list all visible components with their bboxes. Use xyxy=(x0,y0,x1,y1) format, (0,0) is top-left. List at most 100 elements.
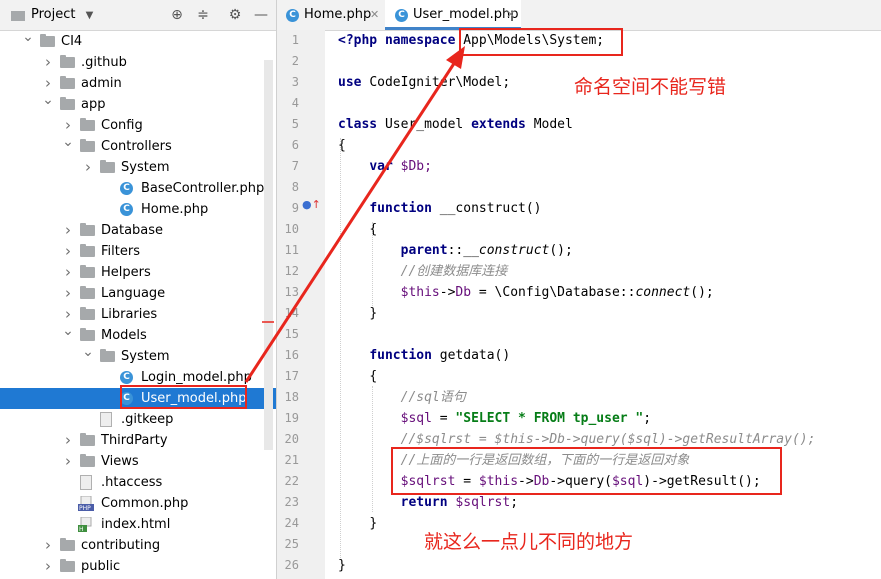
line-number: 1 xyxy=(291,33,299,47)
line-number: 9 xyxy=(291,201,299,215)
line-number: 24 xyxy=(284,516,299,530)
line-number: 7 xyxy=(291,159,299,173)
chevron-right-icon[interactable]: › xyxy=(62,262,74,283)
folder-icon xyxy=(80,328,95,341)
tree-item-ci4[interactable]: ⌄ CI4 xyxy=(0,29,276,52)
folder-icon xyxy=(100,160,115,173)
folder-icon xyxy=(80,286,95,299)
project-view-selector[interactable]: Project ▼ xyxy=(31,6,93,24)
tree-item-system[interactable]: › System xyxy=(0,157,276,178)
code-line-16: function getdata() xyxy=(369,348,511,363)
chevron-down-icon[interactable]: ⌄ xyxy=(42,90,54,111)
code-line-5: class User_model extends Model xyxy=(338,117,573,132)
override-marker-icon[interactable]: ●↑ xyxy=(302,198,321,211)
tree-item-contributing[interactable]: › contributing xyxy=(0,535,276,556)
line-number: 11 xyxy=(284,243,299,257)
tree-item-language[interactable]: › Language xyxy=(0,283,276,304)
chevron-right-icon[interactable]: › xyxy=(62,283,74,304)
code-line-9: function __construct() xyxy=(369,201,542,216)
tree-item-system[interactable]: ⌄ System xyxy=(0,344,276,367)
code-line-10: { xyxy=(369,222,378,237)
line-number: 15 xyxy=(284,327,299,341)
tree-item-label: Libraries xyxy=(101,307,158,322)
line-number: 2 xyxy=(291,54,299,68)
class-file-icon: C xyxy=(286,9,299,22)
tree-item-thirdparty[interactable]: › ThirdParty xyxy=(0,430,276,451)
file-icon xyxy=(100,412,112,427)
tree-item-models[interactable]: ⌄ Models xyxy=(0,323,276,346)
tree-item-label: .htaccess xyxy=(101,475,163,490)
line-number: 4 xyxy=(291,96,299,110)
tree-item-label: BaseController.php xyxy=(141,181,265,196)
chevron-down-icon[interactable]: ⌄ xyxy=(62,321,74,342)
tree-item-filters[interactable]: › Filters xyxy=(0,241,276,262)
code-line-26: } xyxy=(338,558,346,573)
tree-item-app[interactable]: ⌄ app xyxy=(0,92,276,115)
class-file-icon: C xyxy=(120,203,133,216)
folder-icon xyxy=(80,433,95,446)
tree-item-label: Controllers xyxy=(101,139,172,154)
tree-item-label: Config xyxy=(101,118,143,133)
close-tab-icon[interactable]: ✕ xyxy=(506,0,515,30)
tree-item-gitkeep[interactable]: .gitkeep xyxy=(0,409,276,430)
php-file-icon: PHP xyxy=(78,495,94,512)
svg-text:H: H xyxy=(79,526,84,532)
tree-item-label: index.html xyxy=(101,517,171,532)
tree-item-basecontroller-php[interactable]: C BaseController.php xyxy=(0,178,276,199)
tree-scrollbar[interactable] xyxy=(264,60,273,450)
tree-item-index-html[interactable]: Hindex.html xyxy=(0,514,276,535)
tree-item-common-php[interactable]: PHP Common.php xyxy=(0,493,276,514)
chevron-right-icon[interactable]: › xyxy=(42,556,54,577)
chevron-right-icon[interactable]: › xyxy=(62,451,74,472)
tab-user-model-php[interactable]: C User_model.php ✕ xyxy=(385,0,521,30)
chevron-right-icon[interactable]: › xyxy=(62,241,74,262)
tree-item-public[interactable]: › public xyxy=(0,556,276,577)
project-title: Project xyxy=(31,7,76,22)
close-tab-icon[interactable]: ✕ xyxy=(370,0,379,30)
folder-icon xyxy=(80,244,95,257)
tree-item-label: System xyxy=(121,160,170,175)
chevron-down-icon[interactable]: ⌄ xyxy=(82,342,94,363)
tree-item-htaccess[interactable]: .htaccess xyxy=(0,472,276,493)
tree-item-label: Common.php xyxy=(101,496,189,511)
code-line-3: use CodeIgniter\Model; xyxy=(338,75,511,90)
chevron-right-icon[interactable]: › xyxy=(42,535,54,556)
tree-item-label: Views xyxy=(101,454,139,469)
folder-icon xyxy=(80,118,95,131)
locate-icon[interactable]: ⊕ xyxy=(168,6,186,24)
tree-item-label: .gitkeep xyxy=(121,412,174,427)
tree-item-helpers[interactable]: › Helpers xyxy=(0,262,276,283)
tree-item-label: Models xyxy=(101,328,147,343)
chevron-down-icon[interactable]: ⌄ xyxy=(22,27,34,48)
tree-item-libraries[interactable]: › Libraries xyxy=(0,304,276,325)
tree-item-home-php[interactable]: C Home.php xyxy=(0,199,276,220)
chevron-right-icon[interactable]: › xyxy=(82,157,94,178)
gear-icon[interactable]: ⚙ xyxy=(226,6,244,24)
hide-icon[interactable]: — xyxy=(252,6,270,24)
chevron-down-icon[interactable]: ⌄ xyxy=(62,132,74,153)
folder-icon xyxy=(60,538,75,551)
code-line-24: } xyxy=(369,516,378,531)
tab-home-php[interactable]: C Home.php ✕ xyxy=(277,0,384,30)
code-area[interactable]: <?php namespace App\Models\System; use C… xyxy=(325,30,881,579)
code-line-17: { xyxy=(369,369,378,384)
line-number: 23 xyxy=(284,495,299,509)
code-line-19: $sql = "SELECT * FROM tp_user "; xyxy=(400,411,652,426)
collapse-all-icon[interactable]: ≑ xyxy=(194,6,212,24)
tree-item-database[interactable]: › Database xyxy=(0,220,276,241)
folder-icon xyxy=(60,97,75,110)
tree-item-label: admin xyxy=(81,76,122,91)
line-number: 26 xyxy=(284,558,299,572)
code-line-11: parent::__construct(); xyxy=(400,243,573,258)
tree-item-config[interactable]: › Config xyxy=(0,115,276,136)
chevron-right-icon[interactable]: › xyxy=(62,430,74,451)
tree-item-label: CI4 xyxy=(61,34,83,49)
project-folder-icon xyxy=(11,11,25,21)
chevron-right-icon[interactable]: › xyxy=(62,220,74,241)
tree-item-controllers[interactable]: ⌄ Controllers xyxy=(0,134,276,157)
chevron-right-icon[interactable]: › xyxy=(42,52,54,73)
tree-item-views[interactable]: › Views xyxy=(0,451,276,472)
tree-item-github[interactable]: › .github xyxy=(0,52,276,73)
html-file-icon: H xyxy=(78,516,94,533)
project-panel-header: Project ▼ ⊕ ≑ ⚙ — xyxy=(0,0,276,31)
